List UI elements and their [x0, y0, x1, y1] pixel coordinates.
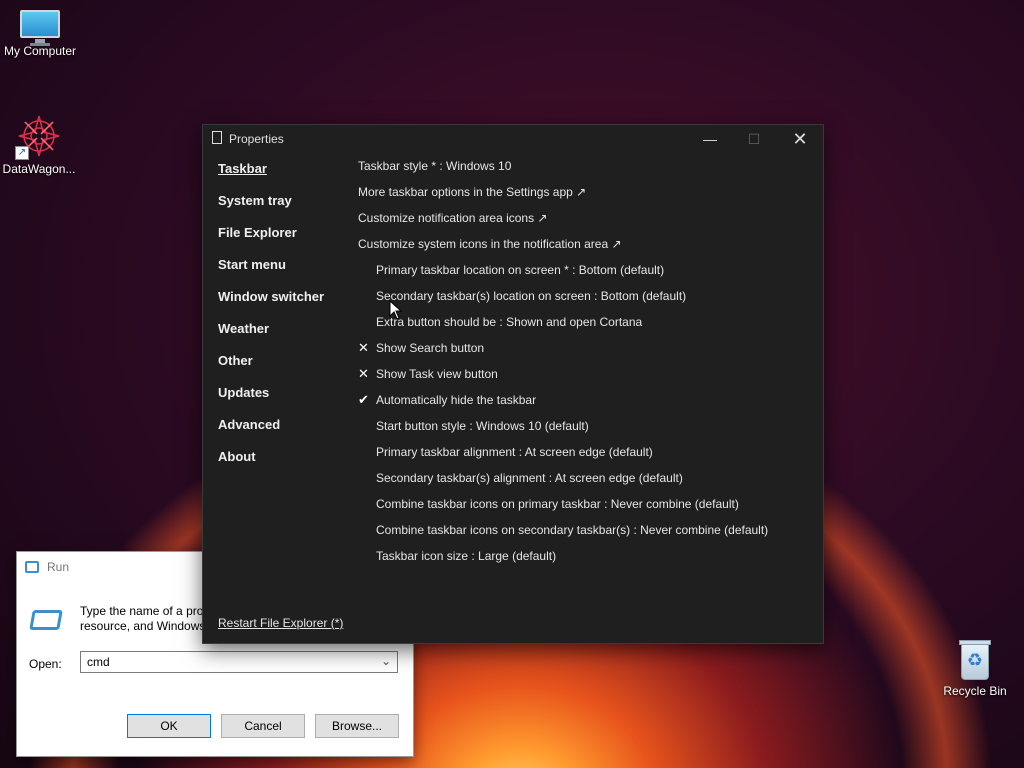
setting-label: Combine taskbar icons on secondary taskb… — [376, 523, 769, 537]
setting-label: Taskbar style * : Windows 10 — [358, 159, 512, 173]
setting-secondary-location[interactable]: Secondary taskbar(s) location on screen … — [358, 289, 808, 315]
sidebar-item-start-menu[interactable]: Start menu — [218, 257, 348, 289]
run-description: Type the name of a pro resource, and Win… — [80, 604, 210, 634]
setting-label: Automatically hide the taskbar — [376, 393, 537, 407]
checkmark-icon: ✔ — [358, 392, 369, 407]
browse-button[interactable]: Browse... — [315, 714, 399, 738]
maximize-button[interactable]: ☐ — [731, 125, 777, 153]
sidebar-nav: Taskbar System tray File Explorer Start … — [218, 161, 348, 481]
setting-label: Primary taskbar location on screen * : B… — [376, 263, 665, 277]
shortcut-arrow-icon: ↗ — [15, 146, 29, 160]
setting-label: Customize notification area icons ↗ — [358, 211, 548, 225]
setting-label: Taskbar icon size : Large (default) — [376, 549, 557, 563]
setting-primary-location[interactable]: Primary taskbar location on screen * : B… — [358, 263, 808, 289]
setting-taskbar-style[interactable]: Taskbar style * : Windows 10 — [358, 159, 808, 185]
sidebar-item-taskbar[interactable]: Taskbar — [218, 161, 348, 193]
ok-button[interactable]: OK — [127, 714, 211, 738]
run-title: Run — [47, 560, 70, 574]
cancel-button[interactable]: Cancel — [221, 714, 305, 738]
sidebar-item-window-switcher[interactable]: Window switcher — [218, 289, 348, 321]
sidebar-item-advanced[interactable]: Advanced — [218, 417, 348, 449]
setting-primary-alignment[interactable]: Primary taskbar alignment : At screen ed… — [358, 445, 808, 471]
app-icon — [212, 131, 222, 144]
properties-window: Properties — ☐ ✕ Taskbar System tray Fil… — [202, 124, 824, 644]
setting-show-task-view-button[interactable]: ✕ Show Task view button — [358, 367, 808, 393]
open-combobox[interactable]: cmd ⌄ — [80, 651, 398, 673]
sidebar-item-label: Start menu — [218, 257, 286, 272]
properties-titlebar[interactable]: Properties — ☐ ✕ — [203, 125, 823, 153]
setting-label: Secondary taskbar(s) alignment : At scre… — [376, 471, 683, 485]
sidebar-item-label: About — [218, 449, 256, 464]
mandala-icon: ↗ — [15, 114, 61, 160]
setting-start-button-style[interactable]: Start button style : Windows 10 (default… — [358, 419, 808, 445]
desktop-icon-datawagon[interactable]: ↗ DataWagon... — [0, 114, 79, 176]
monitor-icon — [20, 10, 60, 46]
cross-icon: ✕ — [358, 366, 369, 381]
restart-explorer-link[interactable]: Restart File Explorer (*) — [218, 616, 343, 630]
sidebar-item-system-tray[interactable]: System tray — [218, 193, 348, 225]
window-title: Properties — [229, 132, 284, 146]
setting-label: Customize system icons in the notificati… — [358, 237, 622, 251]
desktop-icon-label: DataWagon... — [2, 162, 76, 176]
setting-label: Combine taskbar icons on primary taskbar… — [376, 497, 739, 511]
setting-system-icons-link[interactable]: Customize system icons in the notificati… — [358, 237, 808, 263]
sidebar-item-file-explorer[interactable]: File Explorer — [218, 225, 348, 257]
minimize-button[interactable]: — — [687, 125, 733, 153]
setting-combine-secondary[interactable]: Combine taskbar icons on secondary taskb… — [358, 523, 808, 549]
setting-notification-icons-link[interactable]: Customize notification area icons ↗ — [358, 211, 808, 237]
cross-icon: ✕ — [358, 340, 369, 355]
settings-list: Taskbar style * : Windows 10 More taskba… — [358, 159, 808, 575]
desktop-icon-recycle-bin[interactable]: ♻ Recycle Bin — [935, 640, 1015, 698]
setting-extra-button[interactable]: Extra button should be : Shown and open … — [358, 315, 808, 341]
setting-label: Primary taskbar alignment : At screen ed… — [376, 445, 653, 459]
setting-label: Extra button should be : Shown and open … — [376, 315, 643, 329]
run-program-icon — [29, 610, 63, 630]
sidebar-item-label: Taskbar — [218, 161, 267, 176]
setting-label: Secondary taskbar(s) location on screen … — [376, 289, 687, 303]
sidebar-item-label: Window switcher — [218, 289, 325, 304]
sidebar-item-weather[interactable]: Weather — [218, 321, 348, 353]
run-icon — [25, 561, 39, 573]
sidebar-item-other[interactable]: Other — [218, 353, 348, 385]
run-description-line: Type the name of a pro — [80, 604, 204, 618]
sidebar-item-label: Weather — [218, 321, 270, 336]
setting-label: More taskbar options in the Settings app… — [358, 185, 587, 199]
sidebar-item-label: File Explorer — [218, 225, 297, 240]
run-description-line: resource, and Windows — [80, 619, 206, 633]
sidebar-item-about[interactable]: About — [218, 449, 348, 481]
recycle-bin-icon: ♻ — [957, 640, 993, 680]
setting-settings-app-link[interactable]: More taskbar options in the Settings app… — [358, 185, 808, 211]
chevron-down-icon[interactable]: ⌄ — [381, 654, 391, 668]
setting-show-search-button[interactable]: ✕ Show Search button — [358, 341, 808, 367]
sidebar-item-label: Updates — [218, 385, 270, 400]
setting-combine-primary[interactable]: Combine taskbar icons on primary taskbar… — [358, 497, 808, 523]
setting-label: Start button style : Windows 10 (default… — [376, 419, 589, 433]
sidebar-item-label: System tray — [218, 193, 292, 208]
open-input-value[interactable]: cmd — [87, 655, 110, 669]
desktop-icon-my-computer[interactable]: My Computer — [0, 10, 80, 58]
setting-label: Show Search button — [376, 341, 485, 355]
open-label: Open: — [29, 657, 62, 671]
setting-label: Show Task view button — [376, 367, 498, 381]
desktop-icon-label: My Computer — [3, 44, 77, 58]
setting-auto-hide-taskbar[interactable]: ✔ Automatically hide the taskbar — [358, 393, 808, 419]
desktop-icon-label: Recycle Bin — [943, 684, 1007, 698]
setting-secondary-alignment[interactable]: Secondary taskbar(s) alignment : At scre… — [358, 471, 808, 497]
sidebar-item-updates[interactable]: Updates — [218, 385, 348, 417]
sidebar-item-label: Advanced — [218, 417, 281, 432]
setting-icon-size[interactable]: Taskbar icon size : Large (default) — [358, 549, 808, 575]
sidebar-item-label: Other — [218, 353, 253, 368]
close-button[interactable]: ✕ — [777, 125, 823, 153]
